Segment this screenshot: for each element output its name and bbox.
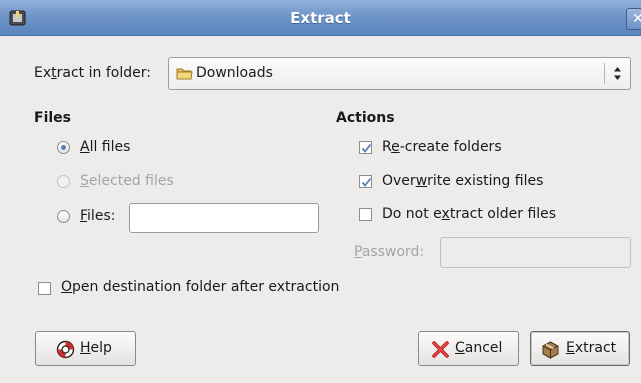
files-heading: Files: [34, 110, 71, 126]
selected-files-radio[interactable]: [57, 175, 70, 188]
recreate-folders-checkbox[interactable]: [359, 141, 372, 154]
files-pattern-radio[interactable]: [57, 210, 70, 223]
open-destination-checkbox[interactable]: [38, 282, 51, 295]
selected-files-label: Selected files: [80, 173, 174, 189]
all-files-label[interactable]: All files: [80, 139, 130, 155]
folder-combo-value: Downloads: [196, 65, 273, 81]
close-button[interactable]: ✕: [626, 8, 641, 30]
extract-button[interactable]: Extract: [530, 331, 630, 366]
package-icon: [542, 341, 559, 359]
extract-label: Extract: [566, 340, 617, 356]
password-label: Password:: [354, 244, 425, 260]
files-pattern-label[interactable]: Files:: [80, 208, 115, 224]
open-destination-label[interactable]: Open destination folder after extraction: [61, 279, 339, 295]
folder-icon: [176, 68, 193, 80]
checkmark-icon: [361, 143, 372, 153]
folder-combo[interactable]: Downloads: [168, 57, 631, 90]
combo-divider: [604, 63, 605, 84]
no-older-files-checkbox[interactable]: [359, 208, 372, 221]
cancel-button[interactable]: Cancel: [418, 331, 519, 366]
recreate-folders-label[interactable]: Re-create folders: [382, 139, 502, 155]
combo-arrows-icon: [614, 67, 621, 80]
all-files-radio[interactable]: [57, 141, 70, 154]
files-pattern-input[interactable]: [129, 203, 319, 233]
no-older-files-label[interactable]: Do not extract older files: [382, 206, 556, 222]
close-icon: ✕: [632, 11, 641, 27]
help-button[interactable]: Help: [35, 331, 136, 366]
actions-heading: Actions: [336, 110, 395, 126]
extract-dialog: Extract ✕ Extract in folder: Downloads F…: [0, 0, 641, 383]
cancel-x-icon: [432, 341, 449, 358]
help-label: Help: [80, 340, 112, 356]
overwrite-files-checkbox[interactable]: [359, 175, 372, 188]
title-bar[interactable]: Extract ✕: [0, 0, 641, 36]
cancel-label: Cancel: [455, 340, 503, 356]
overwrite-files-label[interactable]: Overwrite existing files: [382, 173, 543, 189]
lifebuoy-icon: [56, 340, 75, 359]
checkmark-icon: [361, 177, 372, 187]
password-input[interactable]: [440, 237, 631, 268]
window-title: Extract: [290, 9, 351, 27]
extract-folder-label: Extract in folder:: [34, 65, 151, 81]
